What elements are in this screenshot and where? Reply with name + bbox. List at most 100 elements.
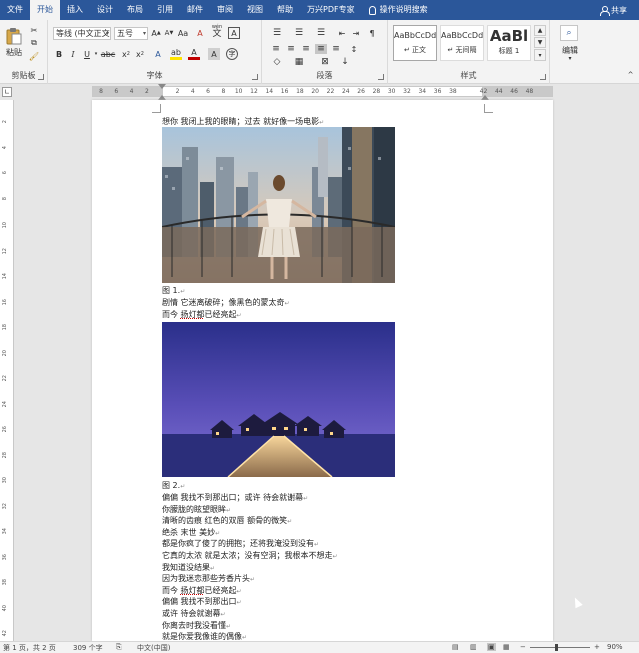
tab-home[interactable]: 开始 — [30, 0, 60, 20]
share-button[interactable]: 共享 — [600, 0, 627, 20]
multilevel-list-icon[interactable]: ☰ — [314, 27, 328, 39]
text-line[interactable]: 清晰的齿痕 红色的双唇 额骨的微笑↵ — [162, 515, 292, 526]
text-line[interactable]: 或许 待会就谢幕↵ — [162, 608, 226, 619]
paragraph-launcher-icon[interactable] — [378, 74, 384, 80]
align-center-icon[interactable]: ≡ — [285, 44, 297, 54]
city-balcony-image[interactable] — [161, 127, 396, 283]
distributed-icon[interactable]: ≡ — [330, 44, 342, 54]
word-count[interactable]: 309 个字 — [73, 643, 103, 653]
text-line[interactable]: 绝杀 末世 美妙↵ — [162, 527, 220, 538]
tab-review[interactable]: 审阅 — [210, 0, 240, 20]
char-shading-icon[interactable]: A — [208, 48, 220, 60]
tab-layout[interactable]: 布局 — [120, 0, 150, 20]
bullets-icon[interactable]: ☰ — [270, 27, 284, 39]
document-page[interactable]: 想你 我闭上我的眼睛；过去 就好像一场电影↵ 图 1.↵ 剧情 它迷离破碎；像黑… — [92, 100, 553, 641]
text-line[interactable]: 因为我迷恋那些芳香片头↵ — [162, 573, 255, 584]
tab-file[interactable]: 文件 — [0, 0, 30, 20]
underline-button[interactable]: U — [82, 48, 92, 60]
proofing-icon[interactable]: ⎘ — [116, 643, 122, 652]
text-line[interactable]: 我知道没结果↵ — [162, 562, 215, 573]
find-icon[interactable]: ⌕ — [560, 25, 578, 41]
char-border-icon[interactable]: A — [228, 27, 240, 39]
styles-launcher-icon[interactable] — [540, 74, 546, 80]
styles-scroll-up-icon[interactable]: ▲ — [534, 25, 546, 36]
styles-more-icon[interactable]: ▾ — [534, 49, 546, 61]
tell-me-search[interactable]: 操作说明搜索 — [362, 0, 435, 20]
text-line[interactable]: 而今 扬灯都已经亮起↵ — [162, 585, 242, 596]
tab-design[interactable]: 设计 — [90, 0, 120, 20]
align-left-icon[interactable]: ≡ — [270, 44, 282, 54]
chevron-down-icon[interactable]: ▾ — [93, 48, 99, 60]
style-no-spacing[interactable]: AaBbCcDd ↵ 无间隔 — [440, 25, 484, 61]
bold-button[interactable]: B — [54, 48, 64, 60]
styles-scroll-down-icon[interactable]: ▼ — [534, 37, 546, 48]
text-line[interactable]: 剧情 它迷离破碎；像黑色的蒙太奇↵ — [162, 297, 290, 308]
caption-figure-2[interactable]: 图 2.↵ — [162, 480, 185, 491]
increase-indent-icon[interactable]: ⇥ — [350, 27, 362, 39]
enclose-chars-icon[interactable]: 字 — [226, 48, 238, 60]
horizontal-ruler[interactable]: ∟ 8 6 4 2 2 4 6 8 10 12 14 16 18 20 22 24 26 28 30 32 34 36 38… — [0, 84, 639, 100]
zoom-level[interactable]: 90% — [607, 643, 623, 651]
zoom-in-button[interactable]: + — [594, 643, 600, 651]
print-layout-icon[interactable]: ▣ — [487, 643, 496, 651]
focus-mode-icon[interactable]: ▤ — [452, 643, 459, 651]
text-line[interactable]: 偏偏 我找不到那出口；或许 待会就谢幕↵ — [162, 492, 308, 503]
italic-button[interactable]: I — [68, 48, 78, 60]
collapse-ribbon-icon[interactable]: ^ — [626, 70, 635, 79]
text-line[interactable]: 想你 我闭上我的眼睛；过去 就好像一场电影↵ — [162, 116, 324, 127]
superscript-button[interactable]: x2 — [134, 48, 146, 60]
text-line[interactable]: 你离去时我没看懂↵ — [162, 620, 231, 631]
text-line[interactable]: 都是你疯了傻了的拥抱；还将我淹没到没有↵ — [162, 538, 319, 549]
tab-mailings[interactable]: 邮件 — [180, 0, 210, 20]
highlight-color-icon[interactable]: ab — [170, 48, 182, 60]
clipboard-launcher-icon[interactable] — [38, 74, 44, 80]
text-line[interactable]: 它真的太浓 就是太浓；没有空洞；我根本不想走↵ — [162, 550, 338, 561]
tab-view[interactable]: 视图 — [240, 0, 270, 20]
cut-icon[interactable]: ✂ — [28, 25, 40, 35]
font-color-icon[interactable]: A — [188, 48, 200, 60]
group-editing[interactable]: ⌕ 编辑 ▾ — [550, 20, 590, 84]
shrink-font-icon[interactable]: A ▼ — [164, 27, 174, 39]
font-size-combo[interactable]: 五号 ▾ — [114, 27, 148, 40]
web-layout-icon[interactable]: ▦ — [503, 643, 510, 651]
text-effects-icon[interactable]: A — [152, 48, 164, 60]
zoom-slider-thumb[interactable] — [555, 644, 558, 651]
line-spacing-icon[interactable]: ↕ — [348, 44, 360, 54]
grow-font-icon[interactable]: A ▲ — [151, 27, 161, 39]
copy-icon[interactable]: ⧉ — [28, 38, 40, 48]
font-name-combo[interactable]: 等线 (中文正文) ▾ — [53, 27, 111, 40]
zoom-slider-track[interactable] — [530, 647, 590, 648]
phonetic-guide-icon[interactable]: wén 文 — [210, 25, 224, 39]
tab-references[interactable]: 引用 — [150, 0, 180, 20]
text-line[interactable]: 就是你爱我像谁的偶像↵ — [162, 631, 247, 641]
overwater-villa-image[interactable] — [162, 322, 395, 478]
text-line[interactable]: 偏偏 我找不到那出口↵ — [162, 596, 242, 607]
decrease-indent-icon[interactable]: ⇤ — [336, 27, 348, 39]
clear-format-icon[interactable]: A — [194, 27, 206, 39]
chinese-layout-icon[interactable]: ⊠ — [318, 57, 332, 67]
text-line[interactable]: 你朦胧的眩望眼眸↵ — [162, 504, 231, 515]
style-heading-1[interactable]: AaBl 标题 1 — [487, 25, 531, 61]
first-line-indent-marker[interactable] — [158, 84, 166, 89]
borders-icon[interactable]: ▦ — [292, 57, 306, 67]
tab-pdf-expert[interactable]: 万兴PDF专家 — [300, 0, 362, 20]
change-case-icon[interactable]: Aa — [177, 27, 189, 39]
justify-icon[interactable]: ≡ — [315, 44, 327, 54]
show-marks-icon[interactable]: ¶ — [366, 27, 378, 39]
shading-icon[interactable]: ◇ — [270, 57, 284, 67]
format-painter-icon[interactable]: 🖌 — [28, 51, 40, 61]
align-right-icon[interactable]: ≡ — [300, 44, 312, 54]
tab-help[interactable]: 帮助 — [270, 0, 300, 20]
vertical-ruler[interactable]: 2 4 6 8 10 12 14 16 18 20 22 24 26 28 30 32 34 36 38 40 42 — [0, 100, 14, 641]
font-launcher-icon[interactable] — [252, 74, 258, 80]
style-normal[interactable]: AaBbCcDd ↵ 正文 — [393, 25, 437, 61]
zoom-out-button[interactable]: − — [520, 643, 526, 651]
read-mode-icon[interactable]: ▥ — [470, 643, 477, 651]
text-line[interactable]: 而今 扬灯都已经亮起↵ — [162, 309, 242, 320]
sort-icon[interactable]: ↓ — [338, 57, 352, 67]
subscript-button[interactable]: x2 — [120, 48, 132, 60]
tab-selector-icon[interactable]: ∟ — [2, 87, 12, 97]
page-count[interactable]: 第 1 页，共 2 页 — [3, 643, 56, 653]
caption-figure-1[interactable]: 图 1.↵ — [162, 285, 185, 296]
strikethrough-button[interactable]: abc — [101, 48, 115, 60]
